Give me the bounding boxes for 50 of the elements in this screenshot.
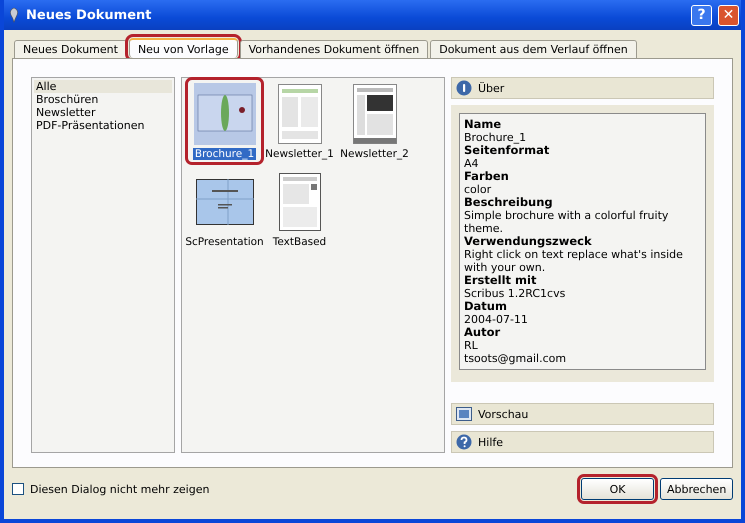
template-item[interactable]: Newsletter_2	[338, 80, 411, 162]
template-name: Brochure_1	[192, 148, 256, 160]
newsletter-thumbnail	[278, 84, 322, 144]
tab[interactable]: Dokument aus dem Verlauf öffnen	[430, 40, 637, 58]
tab[interactable]: Neues Dokument	[14, 40, 127, 58]
detail-value: Simple brochure with a colorful fruity theme.	[464, 209, 670, 235]
category-item[interactable]: Newsletter	[34, 106, 172, 119]
template-item[interactable]: TextBased	[263, 168, 336, 250]
template-item[interactable]: Brochure_1	[188, 80, 261, 162]
detail-label: Erstellt mit	[464, 274, 538, 287]
help-icon	[456, 434, 472, 450]
template-name: Newsletter_2	[339, 148, 410, 160]
template-name: Newsletter_1	[264, 148, 335, 160]
presentation-thumbnail	[196, 179, 254, 225]
detail-label: Autor	[464, 326, 502, 339]
detail-value: color	[464, 183, 492, 196]
detail-value: Right click on text replace what's inside with your own.	[464, 248, 684, 274]
category-item[interactable]: PDF-Präsentationen	[34, 119, 172, 132]
cancel-button[interactable]: Abbrechen	[660, 478, 733, 500]
detail-value: Scribus 1.2RC1cvs	[464, 287, 566, 300]
help-button[interactable]: ?	[691, 4, 712, 26]
newsletter-thumbnail	[352, 84, 396, 144]
detail-label: Name	[464, 118, 502, 131]
template-item[interactable]: Newsletter_1	[263, 80, 336, 162]
detail-value: tsoots@gmail.com	[464, 352, 568, 365]
section-header[interactable]: Hilfe	[451, 431, 714, 453]
detail-label: Datum	[464, 300, 508, 313]
category-item[interactable]: Broschüren	[34, 93, 172, 106]
checkbox[interactable]	[12, 483, 24, 495]
detail-label: Beschreibung	[464, 196, 554, 209]
checkbox-label: Diesen Dialog nicht mehr zeigen	[30, 482, 210, 496]
detail-label: Seitenformat	[464, 144, 550, 157]
detail-label: Farben	[464, 170, 510, 183]
text-page-thumbnail	[278, 173, 320, 231]
close-button[interactable]: ✕	[718, 4, 739, 26]
detail-value: A4	[464, 157, 480, 170]
template-name: TextBased	[272, 236, 328, 248]
detail-value: 2004-07-11	[464, 313, 529, 326]
tab[interactable]: Vorhandenes Dokument öffnen	[240, 40, 428, 58]
image-icon	[456, 406, 472, 422]
info-icon	[456, 80, 472, 96]
category-item[interactable]: Alle	[34, 80, 172, 93]
window-title: Neues Dokument	[26, 8, 152, 22]
app-icon	[8, 7, 20, 23]
detail-label: Verwendungszweck	[464, 235, 593, 248]
section-header[interactable]: Vorschau	[451, 403, 714, 425]
detail-value: RL	[464, 339, 479, 352]
brochure-thumbnail	[194, 83, 256, 145]
detail-value: Brochure_1	[464, 131, 528, 144]
section-header[interactable]: Über	[451, 77, 714, 99]
